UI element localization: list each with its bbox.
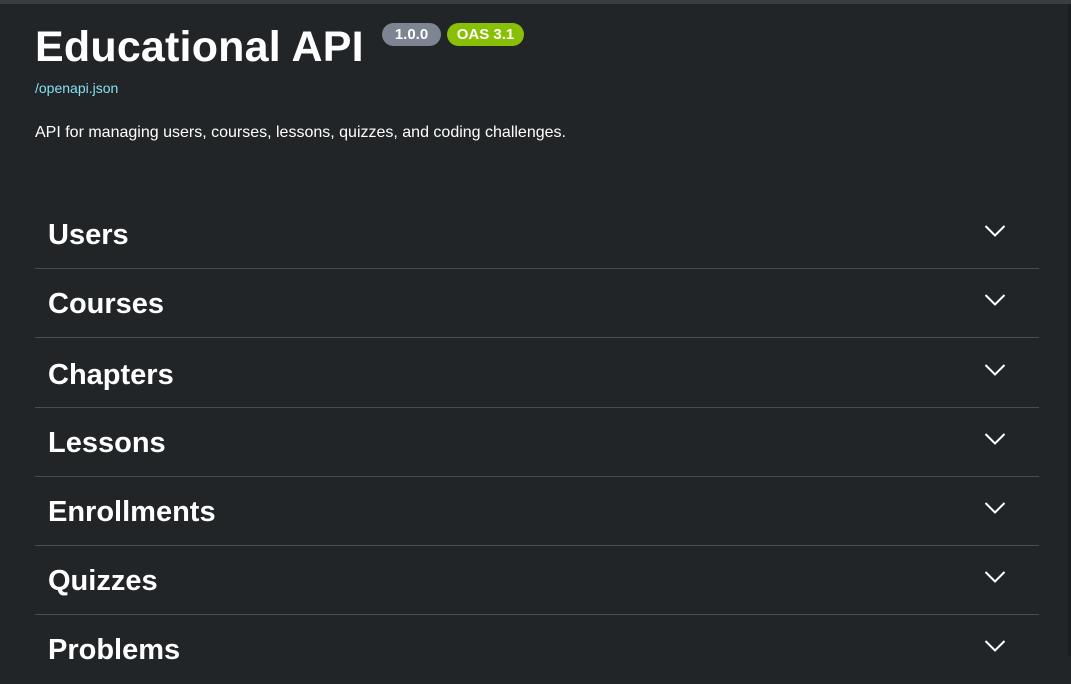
api-description: API for managing users, courses, lessons… [35,124,566,141]
tag-section-users[interactable]: Users [35,200,1039,269]
title-row: Educational API 1.0.0 OAS 3.1 [35,21,1039,73]
api-info: Educational API 1.0.0 OAS 3.1 /openapi.j… [35,21,1039,141]
chevron-down-icon[interactable] [984,363,1006,377]
version-badge: 1.0.0 [382,23,441,46]
tag-list: Users Courses Chapters Lessons Enrollmen… [35,200,1039,684]
chevron-down-icon[interactable] [984,432,1006,446]
chevron-down-icon[interactable] [984,639,1006,653]
tag-section-lessons[interactable]: Lessons [35,408,1039,477]
chevron-down-icon[interactable] [984,570,1006,584]
tag-label: Problems [48,634,181,666]
tag-label: Courses [48,288,165,320]
tag-label: Enrollments [48,496,216,528]
top-border [0,0,1071,4]
tag-label: Chapters [48,359,174,391]
tag-section-problems[interactable]: Problems [35,615,1039,684]
tag-section-quizzes[interactable]: Quizzes [35,546,1039,615]
page-title: Educational API [35,23,364,71]
tag-label: Lessons [48,427,166,459]
chevron-down-icon[interactable] [984,501,1006,515]
openapi-spec-link[interactable]: /openapi.json [35,80,118,96]
chevron-down-icon[interactable] [984,224,1006,238]
oas-version-badge: OAS 3.1 [447,23,524,46]
chevron-down-icon[interactable] [984,293,1006,307]
tag-label: Users [48,219,129,251]
tag-section-chapters[interactable]: Chapters [35,338,1039,408]
tag-section-courses[interactable]: Courses [35,269,1039,338]
tag-section-enrollments[interactable]: Enrollments [35,477,1039,546]
tag-label: Quizzes [48,565,158,597]
